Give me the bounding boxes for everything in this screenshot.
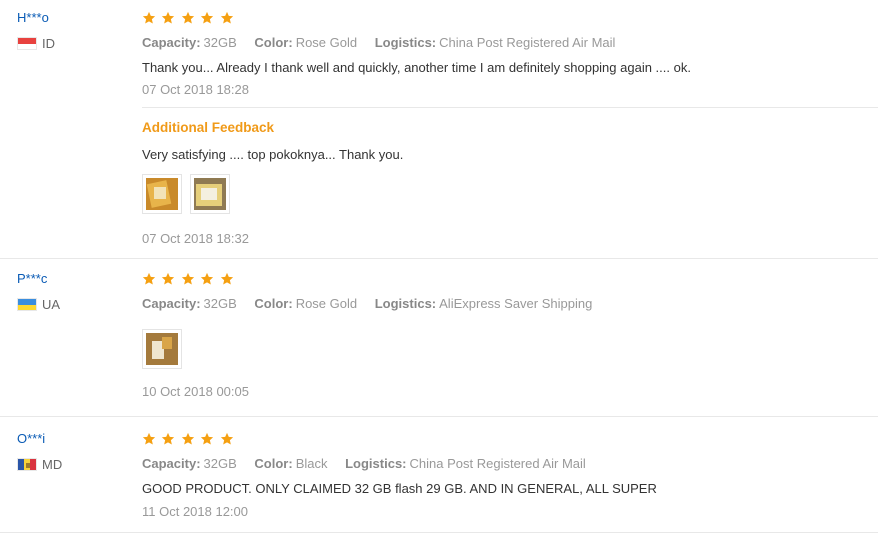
country-code: UA	[42, 297, 61, 312]
reviewer-name[interactable]: P***c	[17, 271, 60, 287]
capacity-label: Capacity:	[142, 296, 201, 311]
additional-feedback-text: Very satisfying .... top pokoknya... Tha…	[142, 147, 404, 162]
review-date: 07 Oct 2018 18:28	[142, 82, 249, 97]
logistics-value: China Post Registered Air Mail	[409, 456, 586, 471]
logistics-label: Logistics:	[374, 296, 437, 311]
star-icon	[201, 432, 214, 445]
reviewer-info: H***o ID	[17, 10, 55, 51]
photo-thumbnail[interactable]	[142, 174, 182, 214]
country-code: MD	[42, 457, 63, 472]
flag-ukraine-icon	[17, 298, 37, 311]
logistics-value: China Post Registered Air Mail	[439, 35, 616, 50]
additional-feedback-heading: Additional Feedback	[142, 120, 275, 135]
reviewer-country: ID	[17, 36, 55, 51]
star-icon	[220, 11, 233, 24]
star-icon	[162, 11, 175, 24]
logistics-label: Logistics:	[374, 35, 437, 50]
color-value: Black	[295, 456, 328, 471]
star-icon	[220, 272, 233, 285]
star-icon	[220, 432, 233, 445]
star-icon	[162, 432, 175, 445]
order-attributes: Capacity: 32GB Color: Rose Gold Logistics:…	[142, 296, 878, 312]
order-attributes: Capacity: 32GB Color: Black Logistics: Chin…	[142, 456, 878, 472]
photo-image	[146, 333, 178, 365]
review-divider	[0, 416, 878, 417]
star-rating	[142, 11, 878, 27]
review-date: 11 Oct 2018 12:00	[142, 504, 249, 519]
color-value: Rose Gold	[295, 296, 358, 311]
country-code: ID	[42, 36, 55, 51]
flag-indonesia-icon	[17, 37, 37, 50]
color-label: Color:	[254, 296, 293, 311]
photo-image	[146, 178, 178, 210]
review-text: GOOD PRODUCT. ONLY CLAIMED 32 GB flash 2…	[142, 481, 657, 496]
review-text: Thank you... Already I thank well and qu…	[142, 60, 691, 75]
review-content: Capacity: 32GB Color: Black Logistics: Chin…	[142, 431, 878, 520]
reviewer-info: O***i MD	[17, 431, 62, 472]
photo-thumbnail[interactable]	[190, 174, 230, 214]
star-icon	[201, 272, 214, 285]
flag-moldova-icon	[17, 458, 37, 471]
review-divider	[0, 532, 878, 533]
review-content: Capacity: 32GB Color: Rose Gold Logistics:…	[142, 271, 878, 400]
color-label: Color:	[254, 456, 293, 471]
star-icon	[181, 432, 195, 445]
photo-list	[142, 329, 878, 369]
capacity-value: 32GB	[203, 296, 237, 311]
capacity-value: 32GB	[203, 456, 237, 471]
reviewer-name[interactable]: H***o	[17, 10, 55, 26]
star-rating	[142, 432, 878, 448]
reviewer-name[interactable]: O***i	[17, 431, 62, 447]
additional-feedback-content: Additional Feedback Very satisfying ....…	[142, 119, 878, 247]
logistics-value: AliExpress Saver Shipping	[439, 296, 593, 311]
star-icon	[142, 432, 156, 445]
order-attributes: Capacity: 32GB Color: Rose Gold Logistics:…	[142, 35, 878, 51]
star-icon	[162, 272, 175, 285]
reviewer-info: P***c UA	[17, 271, 60, 312]
photo-image	[194, 178, 226, 210]
color-value: Rose Gold	[295, 35, 358, 50]
reviewer-country: MD	[17, 457, 62, 472]
review-content: Capacity: 32GB Color: Rose Gold Logistics:…	[142, 10, 878, 98]
capacity-label: Capacity:	[142, 35, 201, 50]
review-date: 10 Oct 2018 00:05	[142, 384, 249, 399]
feedback-divider	[142, 107, 878, 108]
color-label: Color:	[254, 35, 293, 50]
star-icon	[181, 11, 195, 24]
logistics-label: Logistics:	[345, 456, 407, 471]
capacity-value: 32GB	[203, 35, 237, 50]
star-icon	[181, 272, 195, 285]
additional-feedback-date: 07 Oct 2018 18:32	[142, 231, 249, 246]
photo-list	[142, 174, 878, 214]
capacity-label: Capacity:	[142, 456, 201, 471]
reviewer-country: UA	[17, 297, 60, 312]
photo-thumbnail[interactable]	[142, 329, 182, 369]
review-divider	[0, 258, 878, 259]
star-icon	[142, 272, 156, 285]
star-rating	[142, 272, 878, 288]
star-icon	[142, 11, 156, 24]
star-icon	[201, 11, 214, 24]
